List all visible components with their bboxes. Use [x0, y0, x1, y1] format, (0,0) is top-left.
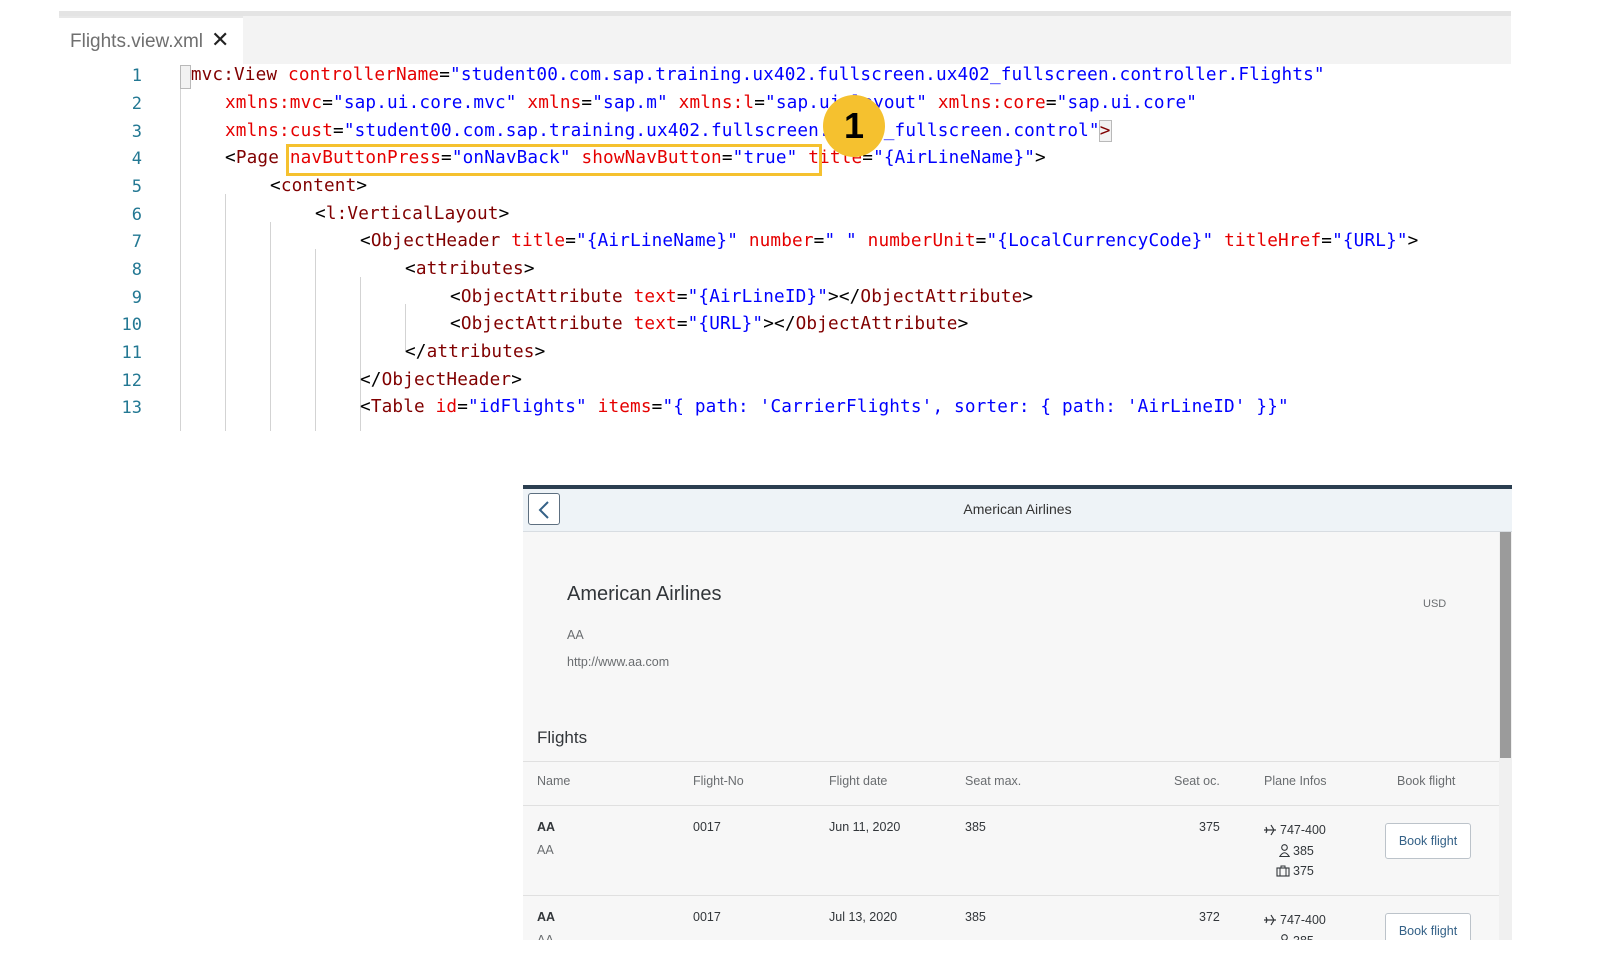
- person-icon: [1281, 934, 1288, 940]
- code-line-6: <l:VerticalLayout>: [315, 204, 510, 224]
- cell-name-sub: AA: [537, 843, 554, 857]
- plane-occupied: 375: [1276, 864, 1314, 878]
- line-number: 8: [131, 260, 142, 280]
- indent-guide: [315, 249, 316, 431]
- line-number: 5: [131, 177, 142, 197]
- plane-type-value: 747-400: [1280, 823, 1326, 837]
- code-line-1: <mvc:View controllerName="student00.com.…: [180, 65, 1325, 89]
- cell-name: AA: [537, 910, 556, 924]
- line-number: 10: [121, 315, 142, 335]
- plane-type: 747-400: [1263, 913, 1326, 927]
- code-line-12: </ObjectHeader>: [360, 370, 523, 390]
- callout-badge: 1: [823, 95, 885, 157]
- cell-seat-oc: 375: [1199, 820, 1220, 834]
- object-attribute-url: http://www.aa.com: [567, 655, 670, 669]
- app-preview: American Airlines American Airlines USD …: [523, 485, 1512, 940]
- editor-tab-bar: Flights.view.xml ✕: [59, 16, 1511, 64]
- column-header-plane-infos: Plane Infos: [1264, 774, 1327, 788]
- cell-name-sub: AA: [537, 933, 554, 940]
- code-line-3: xmlns:cust="student00.com.sap.training.u…: [225, 120, 1112, 142]
- cell-seat-max: 385: [965, 910, 986, 924]
- cell-flight-date: Jul 13, 2020: [829, 910, 898, 924]
- plane-seats-value: 385: [1293, 934, 1314, 940]
- column-header-seat-oc: Seat oc.: [1174, 774, 1220, 788]
- indent-guide: [270, 222, 271, 431]
- code-editor: Flights.view.xml ✕ 1 2 3 4 5 6 7 8 9 10 …: [59, 11, 1511, 431]
- code-line-7: <ObjectHeader title="{AirLineName}" numb…: [360, 231, 1419, 251]
- cell-flight-date: Jun 11, 2020: [829, 820, 901, 834]
- airplane-icon: [1264, 914, 1276, 926]
- line-number: 3: [131, 122, 142, 142]
- line-number: 9: [131, 288, 142, 308]
- plane-type-value: 747-400: [1280, 913, 1326, 927]
- line-number: 12: [121, 371, 142, 391]
- object-header-number-unit: USD: [1423, 598, 1447, 610]
- column-header-flight-date: Flight date: [829, 774, 888, 788]
- tab-flights-view-xml[interactable]: Flights.view.xml ✕: [59, 16, 243, 64]
- cell-flight-no: 0017: [693, 910, 721, 924]
- column-header-book-flight: Book flight: [1397, 774, 1456, 788]
- line-number: 1: [131, 66, 142, 86]
- plane-seats-value: 385: [1293, 844, 1314, 858]
- scrollbar-thumb[interactable]: [1500, 532, 1511, 758]
- person-icon: [1278, 844, 1291, 858]
- table-title: Flights: [537, 728, 588, 747]
- page-title: American Airlines: [963, 501, 1072, 517]
- table-divider: [523, 805, 1499, 806]
- object-attribute-airline-id: AA: [567, 628, 584, 642]
- plane-seats: 385: [1278, 844, 1314, 858]
- close-icon[interactable]: ✕: [211, 28, 229, 53]
- book-flight-button[interactable]: Book flight: [1385, 823, 1471, 859]
- code-line-10: <ObjectAttribute text="{URL}"></ObjectAt…: [450, 314, 969, 334]
- code-line-5: <content>: [270, 176, 368, 196]
- suitcase-icon: [1276, 865, 1290, 877]
- cell-name: AA: [537, 820, 556, 834]
- plane-type: 747-400: [1263, 823, 1326, 837]
- indent-guide: [180, 84, 181, 431]
- object-header-title[interactable]: American Airlines: [567, 583, 722, 606]
- page-header: American Airlines: [523, 489, 1512, 532]
- cell-seat-max: 385: [965, 820, 986, 834]
- line-number: 6: [131, 205, 142, 225]
- code-line-8: <attributes>: [405, 259, 535, 279]
- highlight-box: [286, 144, 822, 176]
- book-flight-button[interactable]: Book flight: [1385, 913, 1471, 940]
- code-line-11: </attributes>: [405, 342, 546, 362]
- line-number: 7: [131, 232, 142, 252]
- cell-flight-no: 0017: [693, 820, 721, 834]
- airplane-icon: [1264, 824, 1276, 836]
- column-header-flight-no: Flight-No: [693, 774, 744, 788]
- plane-occupied-value: 375: [1293, 864, 1314, 878]
- column-header-name: Name: [537, 774, 571, 788]
- line-number: 13: [121, 398, 142, 418]
- code-line-13: <Table id="idFlights" items="{ path: 'Ca…: [360, 397, 1289, 417]
- plane-seats: 385: [1279, 934, 1314, 940]
- line-number: 11: [121, 343, 142, 363]
- cell-seat-oc: 372: [1199, 910, 1220, 924]
- line-number: 2: [131, 94, 142, 114]
- code-line-2: xmlns:mvc="sap.ui.core.mvc" xmlns="sap.m…: [225, 93, 1198, 113]
- code-area[interactable]: 1 2 3 4 5 6 7 8 9 10 11 12 13 <mvc:View …: [59, 64, 1511, 431]
- tab-label: Flights.view.xml: [70, 31, 204, 52]
- indent-guide: [225, 194, 226, 431]
- table-divider: [523, 895, 1499, 896]
- column-header-seat-max: Seat max.: [965, 774, 1022, 788]
- code-line-9: <ObjectAttribute text="{AirLineID}"></Ob…: [450, 287, 1034, 307]
- line-number: 4: [131, 149, 142, 169]
- table-divider: [523, 761, 1499, 762]
- bracket-match-marker: [180, 65, 191, 89]
